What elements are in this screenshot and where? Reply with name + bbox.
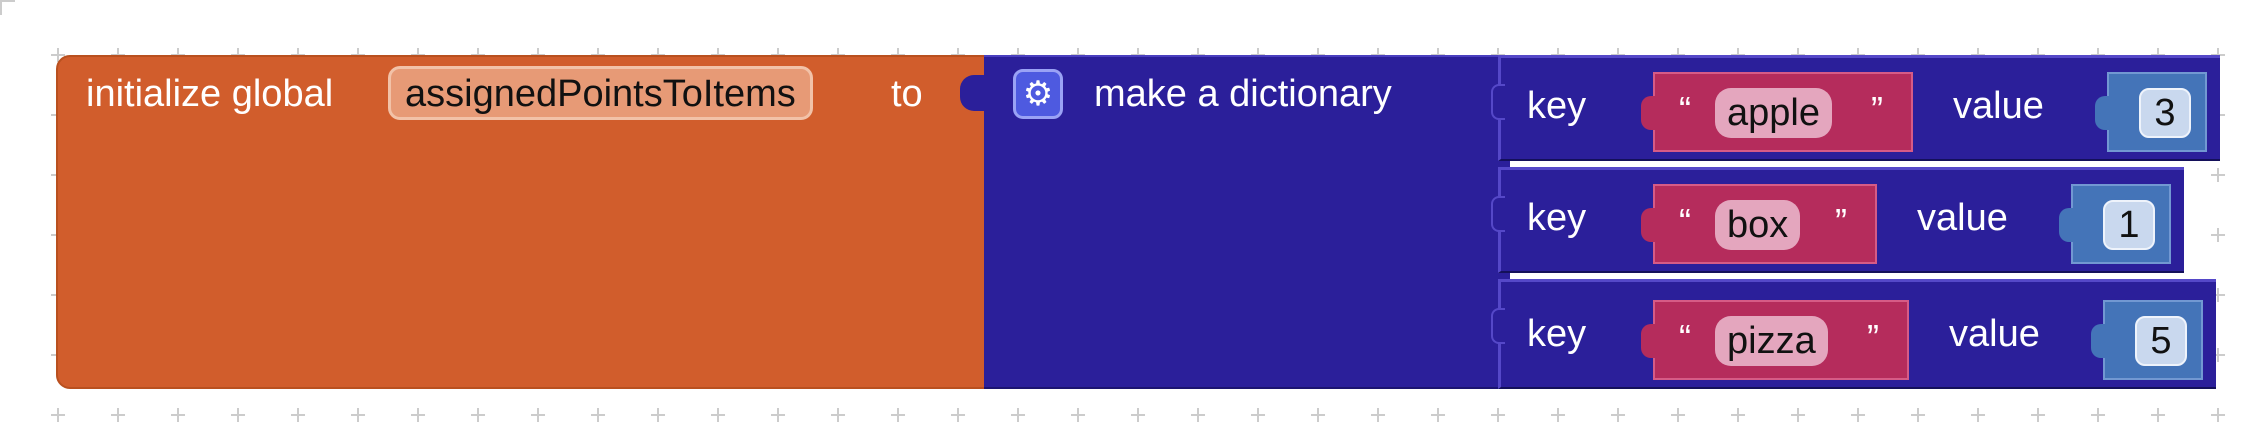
make-dictionary-label: make a dictionary [1094, 73, 1392, 115]
key-text-field[interactable]: apple [1715, 88, 1832, 138]
variable-name-field[interactable]: assignedPointsToItems [388, 66, 813, 120]
value-socket [960, 75, 986, 111]
value-number-block[interactable]: 5 [2091, 300, 2203, 380]
key-string-block[interactable]: “ pizza ” [1641, 300, 1909, 380]
initialize-global-label: initialize global [86, 73, 334, 115]
close-quote: ” [1867, 317, 1879, 358]
close-quote: ” [1871, 89, 1883, 130]
string-block-tab [1641, 324, 1659, 358]
pair-notch [1491, 196, 1505, 232]
string-block-tab [1641, 208, 1659, 242]
pair-block[interactable]: key “ pizza ” value 5 [1491, 279, 2216, 389]
value-label: value [1953, 85, 2044, 127]
pair-block[interactable]: key “ apple ” value 3 [1491, 55, 2220, 161]
value-number-field[interactable]: 5 [2135, 316, 2187, 366]
close-quote: ” [1835, 201, 1847, 242]
value-label: value [1917, 197, 2008, 239]
key-label: key [1527, 313, 1587, 355]
number-block-tab [2095, 96, 2113, 130]
gear-icon[interactable]: ⚙ [1013, 69, 1063, 119]
key-text-field[interactable]: box [1715, 200, 1801, 250]
open-quote: “ [1679, 201, 1691, 242]
pair-notch [1491, 308, 1505, 344]
key-string-block[interactable]: “ apple ” [1641, 72, 1913, 152]
number-block-tab [2059, 208, 2077, 242]
key-label: key [1527, 197, 1587, 239]
open-quote: “ [1679, 317, 1691, 358]
key-text-field[interactable]: pizza [1715, 316, 1828, 366]
key-label: key [1527, 85, 1587, 127]
to-label: to [891, 73, 923, 115]
value-number-field[interactable]: 1 [2103, 200, 2155, 250]
value-number-block[interactable]: 1 [2059, 184, 2171, 264]
value-number-block[interactable]: 3 [2095, 72, 2207, 152]
key-string-block[interactable]: “ box ” [1641, 184, 1877, 264]
value-label: value [1949, 313, 2040, 355]
value-number-field[interactable]: 3 [2139, 88, 2191, 138]
string-block-tab [1641, 96, 1659, 130]
number-block-tab [2091, 324, 2109, 358]
open-quote: “ [1679, 89, 1691, 130]
pair-block[interactable]: key “ box ” value 1 [1491, 167, 2184, 273]
pair-notch [1491, 84, 1505, 120]
